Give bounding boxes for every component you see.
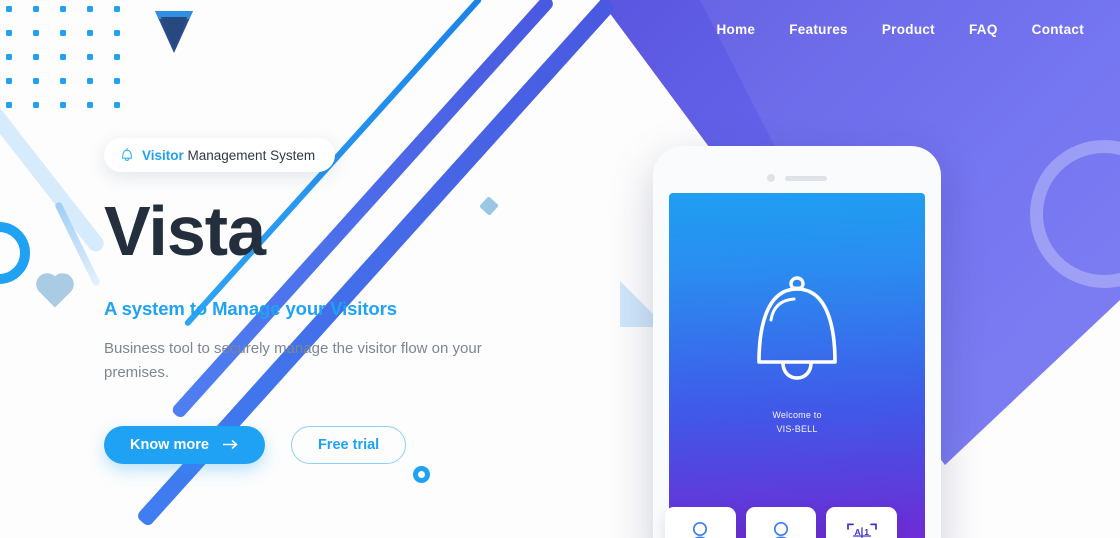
dot-grid-dot (33, 30, 39, 36)
hero-page: Home Features Product FAQ Contact Visitor Ma… (0, 0, 1120, 538)
dot-grid-dot (60, 54, 66, 60)
phone-screen: Welcome to VIS-BELL (669, 193, 925, 538)
page-body-text: Business tool to securely manage the vis… (104, 340, 482, 382)
dot-grid-dot (6, 30, 12, 36)
nav-item-faq[interactable]: FAQ (969, 22, 998, 37)
status-badge: Visitor Management System (104, 138, 336, 172)
dot-grid-dot (33, 54, 39, 60)
dot-grid-dot (87, 54, 93, 60)
nav-item-features[interactable]: Features (789, 22, 848, 37)
hero-button-row: Know more Free trial (104, 425, 534, 464)
dot-grid-dot (114, 102, 120, 108)
bell-icon (744, 271, 850, 394)
scan-code-icon: A 1 9 Z (846, 519, 878, 538)
dot-grid-dot (87, 30, 93, 36)
phone-action-cards: New Visitor Pre-registered Visitor (665, 507, 898, 538)
dot-grid-dot (60, 6, 66, 12)
dot-grid-dot (114, 30, 120, 36)
dot-grid-dot (60, 78, 66, 84)
status-badge-label: Visitor Management System (142, 148, 315, 163)
dot-grid-dot (6, 54, 12, 60)
welcome-line-1: Welcome to (772, 410, 822, 420)
free-trial-button[interactable]: Free trial (290, 425, 407, 464)
main-nav: Home Features Product FAQ Contact (716, 22, 1084, 37)
dot-grid-dot (87, 6, 93, 12)
user-check-icon (768, 519, 794, 538)
dot-grid-dot (33, 102, 39, 108)
dot-grid-dot (33, 6, 39, 12)
phone-mockup: Welcome to VIS-BELL New Visitor (653, 146, 941, 538)
page-title: Vista (104, 192, 266, 270)
v-triangle-logo-icon[interactable] (153, 8, 195, 56)
card-i-have-a-code[interactable]: A 1 9 Z I have a code (826, 507, 898, 538)
dot-grid-dot (114, 54, 120, 60)
speaker-grill (785, 175, 827, 181)
dot-grid-dot (87, 78, 93, 84)
dot-grid-dot (60, 102, 66, 108)
know-more-label: Know more (130, 436, 209, 453)
welcome-line-2: VIS-BELL (776, 423, 818, 434)
dot-grid-dot (6, 78, 12, 84)
dot-grid-dot (6, 6, 12, 12)
bell-icon (120, 147, 134, 163)
know-more-button[interactable]: Know more (104, 425, 265, 464)
dot-grid-dot (114, 6, 120, 12)
card-new-visitor[interactable]: New Visitor (665, 507, 736, 538)
dot-grid-dot (60, 30, 66, 36)
page-subtitle: A system to Manage your Visitors (104, 298, 397, 319)
dot-grid-dot (114, 78, 120, 84)
dot-grid-dot (6, 102, 12, 108)
decorative-heart-shape (39, 276, 71, 308)
welcome-text: Welcome to VIS-BELL (669, 409, 925, 437)
user-plus-icon (687, 519, 713, 538)
nav-item-contact[interactable]: Contact (1032, 22, 1084, 37)
decorative-small-ring (413, 466, 430, 483)
status-badge-rest: Management System (183, 147, 316, 163)
phone-top-bar (653, 172, 941, 184)
nav-item-home[interactable]: Home (716, 22, 755, 37)
dot-grid-dot (33, 78, 39, 84)
status-badge-highlight: Visitor (142, 147, 184, 163)
nav-item-product[interactable]: Product (882, 22, 935, 37)
hero-content: Visitor Management System Vista A system… (104, 138, 534, 464)
dot-grid-dot (87, 102, 93, 108)
card-pre-registered-visitor[interactable]: Pre-registered Visitor (745, 507, 817, 538)
camera-icon (767, 174, 775, 182)
decorative-ring-left (0, 222, 30, 284)
arrow-right-icon (222, 437, 239, 453)
